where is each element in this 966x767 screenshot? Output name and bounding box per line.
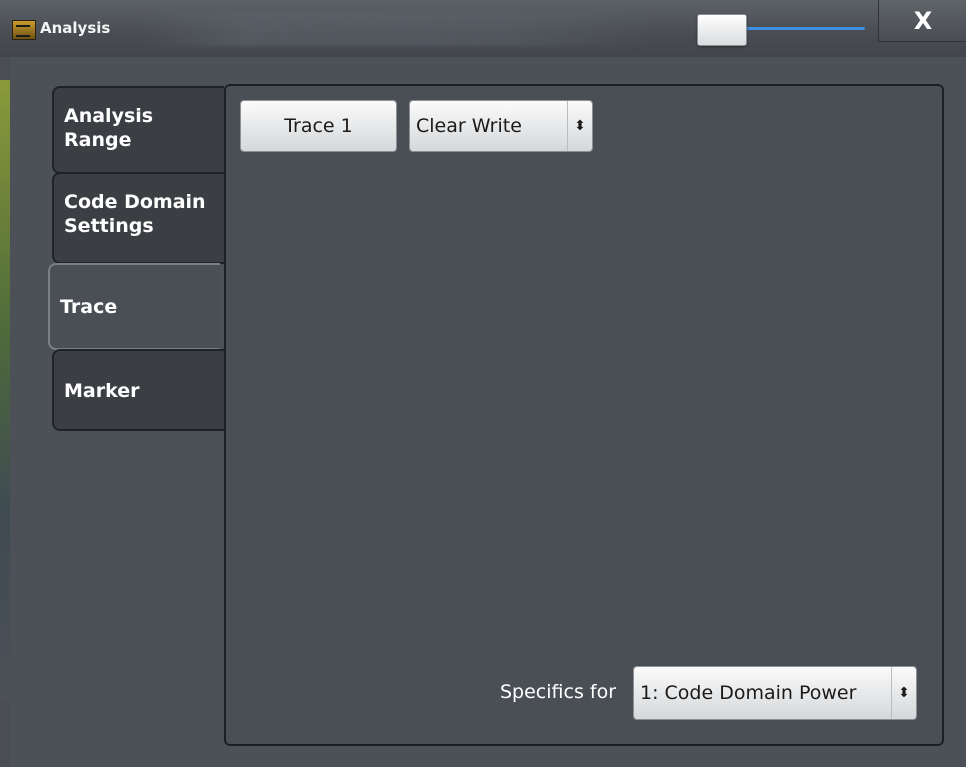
title-bar: Analysis X [0, 0, 966, 57]
tab-label: Trace [60, 296, 118, 318]
transparency-slider-track[interactable] [740, 27, 865, 30]
close-icon: X [913, 6, 933, 35]
trace-mode-value: Clear Write [416, 115, 522, 137]
specifics-for-label: Specifics for [500, 681, 617, 703]
tab-label: Analysis Range [64, 105, 154, 151]
updown-arrows-icon: ⬍ [567, 101, 592, 151]
trace-panel [224, 84, 944, 746]
trace-mode-select[interactable]: Clear Write ⬍ [409, 100, 593, 152]
trace-1-button[interactable]: Trace 1 [240, 100, 397, 152]
updown-arrows-icon: ⬍ [891, 667, 916, 719]
trace-button-label: Trace 1 [284, 115, 353, 137]
tab-trace[interactable]: Trace [48, 263, 220, 350]
close-button[interactable]: X [878, 0, 966, 42]
tab-analysis-range[interactable]: Analysis Range [52, 86, 224, 174]
tab-label: Code Domain Settings [64, 191, 206, 237]
background-strip [0, 80, 10, 700]
window-title: Analysis [40, 19, 111, 37]
transparency-slider-thumb[interactable] [697, 14, 747, 46]
specifics-value: 1: Code Domain Power [640, 682, 857, 704]
tab-marker[interactable]: Marker [52, 349, 224, 431]
tab-code-domain-settings[interactable]: Code Domain Settings [52, 172, 224, 264]
analysis-app-icon [12, 20, 36, 40]
tab-label: Marker [64, 380, 140, 402]
specifics-for-select[interactable]: 1: Code Domain Power ⬍ [633, 666, 917, 720]
background-blur [140, 12, 660, 46]
